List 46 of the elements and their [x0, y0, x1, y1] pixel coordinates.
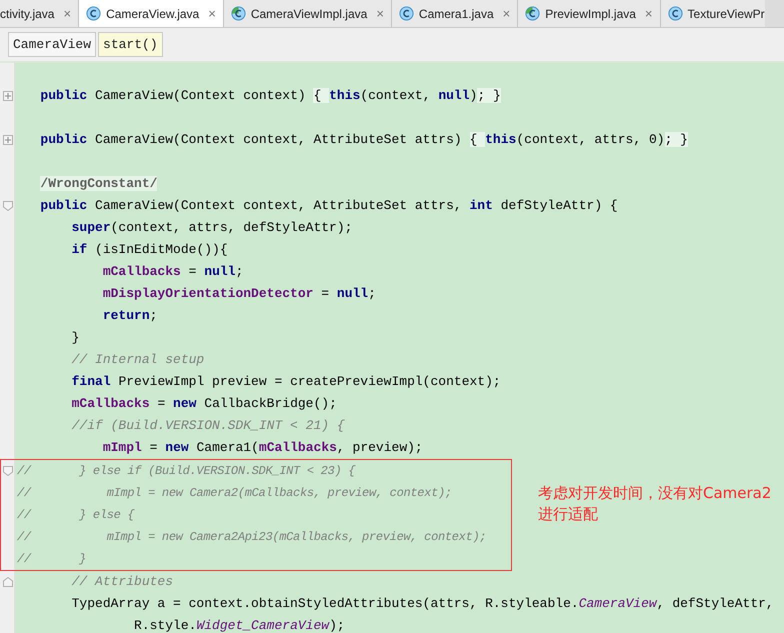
close-icon[interactable]: ×: [63, 6, 72, 21]
code-line: TypedArray a = context.obtainStyledAttributes(attrs, R.styleable.CameraView, defStyleAttr,: [70, 595, 774, 613]
code-line: final PreviewImpl preview = createPreviewImpl(context);: [70, 373, 501, 391]
code-line: mDisplayOrientationDetector = null;: [102, 285, 376, 303]
file-tab[interactable]: Camera1.java ×: [392, 0, 518, 27]
code-line: public CameraView(Context context, AttributeSet attrs, int defStyleAttr) {: [39, 197, 618, 215]
file-tab[interactable]: CameraViewImpl.java ×: [224, 0, 392, 27]
code-line: R.style.Widget_CameraView);: [133, 617, 345, 633]
code-line: // mImpl = new Camera2Api23(mCallbacks, preview, context);: [17, 529, 486, 546]
code-line: // Attributes: [70, 573, 174, 591]
file-tab[interactable]: TextureViewPr: [660, 0, 765, 27]
code-line: // } else {: [17, 507, 134, 524]
collapse-icon[interactable]: [2, 466, 12, 476]
fold-end-icon[interactable]: [2, 577, 12, 587]
code-line: mImpl = new Camera1(mCallbacks, preview);: [102, 439, 423, 457]
close-icon[interactable]: ×: [376, 6, 384, 21]
close-icon[interactable]: ×: [644, 6, 653, 21]
abstract-class-icon: [525, 6, 540, 21]
code-line: public CameraView(Context context, AttributeSet attrs) { this(context, attrs, 0); }: [39, 131, 688, 149]
abstract-class-icon: [230, 6, 246, 21]
code-line: //if (Build.VERSION.SDK_INT < 21) {: [70, 417, 345, 435]
code-line: mCallbacks = new CallbackBridge();: [70, 395, 337, 413]
class-icon: [398, 6, 414, 21]
code-line: // mImpl = new Camera2(mCallbacks, preview, context);: [17, 485, 452, 502]
class-icon: [86, 6, 102, 21]
breadcrumb[interactable]: CameraView: [8, 32, 96, 57]
code-line: return;: [102, 307, 158, 325]
file-tab[interactable]: ctivity.java ×: [0, 0, 80, 27]
annotation-note: 考虑对开发时间，没有对Camera2进行适配: [538, 483, 772, 525]
code-line: public CameraView(Context context) { this(context, null); }: [39, 87, 501, 105]
code-line: super(context, attrs, defStyleAttr);: [70, 219, 352, 237]
code-line: if (isInEditMode()){: [70, 241, 228, 259]
expand-icon[interactable]: [2, 135, 12, 145]
file-tab[interactable]: CameraView.java ×: [79, 0, 224, 27]
breadcrumb[interactable]: start(): [98, 32, 163, 57]
file-tab[interactable]: PreviewImpl.java ×: [518, 0, 661, 27]
code-line: // Internal setup: [70, 351, 204, 369]
close-icon[interactable]: ×: [208, 6, 216, 21]
expand-icon[interactable]: [2, 91, 12, 101]
code-line: mCallbacks = null;: [102, 263, 244, 281]
code-line: // }: [17, 551, 86, 568]
close-icon[interactable]: ×: [502, 6, 510, 21]
code-line: }: [70, 329, 80, 347]
code-line: // } else if (Build.VERSION.SDK_INT < 23) {: [17, 463, 356, 480]
class-icon: [668, 6, 683, 21]
collapse-icon[interactable]: [2, 201, 12, 211]
